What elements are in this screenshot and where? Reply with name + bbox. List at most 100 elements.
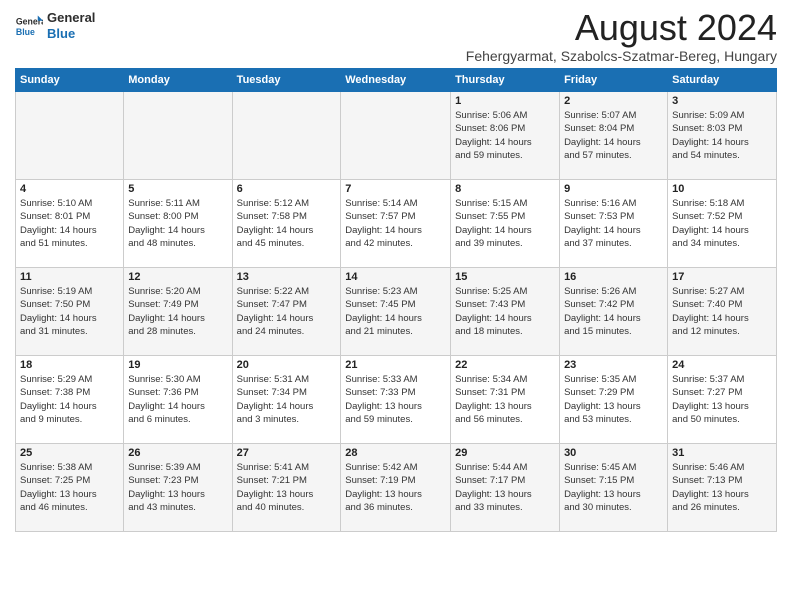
title-area: August 2024 Fehergyarmat, Szabolcs-Szatm…	[466, 10, 777, 64]
day-info: Sunrise: 5:19 AM Sunset: 7:50 PM Dayligh…	[20, 285, 119, 338]
day-info: Sunrise: 5:16 AM Sunset: 7:53 PM Dayligh…	[564, 197, 663, 250]
weekday-header-monday: Monday	[124, 69, 232, 92]
day-info: Sunrise: 5:09 AM Sunset: 8:03 PM Dayligh…	[672, 109, 772, 162]
calendar-cell: 10 Sunrise: 5:18 AM Sunset: 7:52 PM Dayli…	[668, 180, 777, 268]
day-info: Sunrise: 5:10 AM Sunset: 8:01 PM Dayligh…	[20, 197, 119, 250]
calendar-cell: 20 Sunrise: 5:31 AM Sunset: 7:34 PM Dayli…	[232, 356, 341, 444]
day-number: 23	[564, 359, 663, 371]
day-info: Sunrise: 5:30 AM Sunset: 7:36 PM Dayligh…	[128, 373, 227, 426]
calendar-cell: 17 Sunrise: 5:27 AM Sunset: 7:40 PM Dayli…	[668, 268, 777, 356]
day-number: 31	[672, 447, 772, 459]
day-info: Sunrise: 5:34 AM Sunset: 7:31 PM Dayligh…	[455, 373, 555, 426]
weekday-header-wednesday: Wednesday	[341, 69, 451, 92]
day-number: 1	[455, 95, 555, 107]
day-number: 12	[128, 271, 227, 283]
day-number: 26	[128, 447, 227, 459]
day-number: 10	[672, 183, 772, 195]
calendar-cell: 23 Sunrise: 5:35 AM Sunset: 7:29 PM Dayli…	[560, 356, 668, 444]
day-info: Sunrise: 5:26 AM Sunset: 7:42 PM Dayligh…	[564, 285, 663, 338]
calendar-cell: 2 Sunrise: 5:07 AM Sunset: 8:04 PM Daylig…	[560, 92, 668, 180]
day-number: 13	[237, 271, 337, 283]
day-info: Sunrise: 5:22 AM Sunset: 7:47 PM Dayligh…	[237, 285, 337, 338]
day-number: 28	[345, 447, 446, 459]
day-number: 11	[20, 271, 119, 283]
day-info: Sunrise: 5:45 AM Sunset: 7:15 PM Dayligh…	[564, 461, 663, 514]
calendar-cell: 27 Sunrise: 5:41 AM Sunset: 7:21 PM Dayli…	[232, 444, 341, 532]
day-info: Sunrise: 5:07 AM Sunset: 8:04 PM Dayligh…	[564, 109, 663, 162]
calendar-cell: 13 Sunrise: 5:22 AM Sunset: 7:47 PM Dayli…	[232, 268, 341, 356]
weekday-header-saturday: Saturday	[668, 69, 777, 92]
page-header: General Blue General Blue August 2024 Fe…	[15, 10, 777, 64]
day-number: 3	[672, 95, 772, 107]
weekday-header-row: SundayMondayTuesdayWednesdayThursdayFrid…	[16, 69, 777, 92]
calendar-cell: 7 Sunrise: 5:14 AM Sunset: 7:57 PM Daylig…	[341, 180, 451, 268]
day-info: Sunrise: 5:44 AM Sunset: 7:17 PM Dayligh…	[455, 461, 555, 514]
day-info: Sunrise: 5:11 AM Sunset: 8:00 PM Dayligh…	[128, 197, 227, 250]
day-info: Sunrise: 5:25 AM Sunset: 7:43 PM Dayligh…	[455, 285, 555, 338]
day-number: 5	[128, 183, 227, 195]
calendar-cell: 9 Sunrise: 5:16 AM Sunset: 7:53 PM Daylig…	[560, 180, 668, 268]
month-title: August 2024	[466, 10, 777, 46]
day-info: Sunrise: 5:31 AM Sunset: 7:34 PM Dayligh…	[237, 373, 337, 426]
day-number: 7	[345, 183, 446, 195]
day-info: Sunrise: 5:38 AM Sunset: 7:25 PM Dayligh…	[20, 461, 119, 514]
calendar-cell: 3 Sunrise: 5:09 AM Sunset: 8:03 PM Daylig…	[668, 92, 777, 180]
day-info: Sunrise: 5:35 AM Sunset: 7:29 PM Dayligh…	[564, 373, 663, 426]
calendar-week-row: 11 Sunrise: 5:19 AM Sunset: 7:50 PM Dayli…	[16, 268, 777, 356]
calendar-week-row: 1Sunrise: 5:06 AM Sunset: 8:06 PM Daylig…	[16, 92, 777, 180]
day-info: Sunrise: 5:41 AM Sunset: 7:21 PM Dayligh…	[237, 461, 337, 514]
day-number: 15	[455, 271, 555, 283]
calendar-cell: 5 Sunrise: 5:11 AM Sunset: 8:00 PM Daylig…	[124, 180, 232, 268]
calendar-cell: 31 Sunrise: 5:46 AM Sunset: 7:13 PM Dayli…	[668, 444, 777, 532]
day-info: Sunrise: 5:27 AM Sunset: 7:40 PM Dayligh…	[672, 285, 772, 338]
day-number: 2	[564, 95, 663, 107]
calendar-cell: 4 Sunrise: 5:10 AM Sunset: 8:01 PM Daylig…	[16, 180, 124, 268]
calendar-cell	[124, 92, 232, 180]
day-number: 6	[237, 183, 337, 195]
day-info: Sunrise: 5:42 AM Sunset: 7:19 PM Dayligh…	[345, 461, 446, 514]
calendar-cell: 19 Sunrise: 5:30 AM Sunset: 7:36 PM Dayli…	[124, 356, 232, 444]
calendar-cell	[16, 92, 124, 180]
day-number: 22	[455, 359, 555, 371]
day-info: Sunrise: 5:37 AM Sunset: 7:27 PM Dayligh…	[672, 373, 772, 426]
calendar-table: SundayMondayTuesdayWednesdayThursdayFrid…	[15, 68, 777, 532]
calendar-cell: 14Sunrise: 5:23 AM Sunset: 7:45 PM Dayli…	[341, 268, 451, 356]
logo-general: General	[47, 10, 95, 26]
day-number: 20	[237, 359, 337, 371]
calendar-cell	[341, 92, 451, 180]
calendar-cell: 16Sunrise: 5:26 AM Sunset: 7:42 PM Dayli…	[560, 268, 668, 356]
calendar-week-row: 18Sunrise: 5:29 AM Sunset: 7:38 PM Dayli…	[16, 356, 777, 444]
calendar-cell: 29 Sunrise: 5:44 AM Sunset: 7:17 PM Dayli…	[451, 444, 560, 532]
day-number: 25	[20, 447, 119, 459]
calendar-cell: 21Sunrise: 5:33 AM Sunset: 7:33 PM Dayli…	[341, 356, 451, 444]
day-number: 19	[128, 359, 227, 371]
weekday-header-sunday: Sunday	[16, 69, 124, 92]
calendar-cell: 22 Sunrise: 5:34 AM Sunset: 7:31 PM Dayli…	[451, 356, 560, 444]
logo-icon: General Blue	[15, 12, 43, 40]
day-number: 8	[455, 183, 555, 195]
day-number: 17	[672, 271, 772, 283]
day-number: 4	[20, 183, 119, 195]
day-info: Sunrise: 5:12 AM Sunset: 7:58 PM Dayligh…	[237, 197, 337, 250]
day-number: 29	[455, 447, 555, 459]
calendar-cell: 12 Sunrise: 5:20 AM Sunset: 7:49 PM Dayli…	[124, 268, 232, 356]
day-number: 30	[564, 447, 663, 459]
day-info: Sunrise: 5:18 AM Sunset: 7:52 PM Dayligh…	[672, 197, 772, 250]
logo: General Blue General Blue	[15, 10, 95, 41]
calendar-cell: 1Sunrise: 5:06 AM Sunset: 8:06 PM Daylig…	[451, 92, 560, 180]
day-info: Sunrise: 5:20 AM Sunset: 7:49 PM Dayligh…	[128, 285, 227, 338]
day-info: Sunrise: 5:23 AM Sunset: 7:45 PM Dayligh…	[345, 285, 446, 338]
calendar-cell: 8Sunrise: 5:15 AM Sunset: 7:55 PM Daylig…	[451, 180, 560, 268]
day-number: 27	[237, 447, 337, 459]
calendar-cell: 18Sunrise: 5:29 AM Sunset: 7:38 PM Dayli…	[16, 356, 124, 444]
day-number: 9	[564, 183, 663, 195]
weekday-header-tuesday: Tuesday	[232, 69, 341, 92]
day-number: 21	[345, 359, 446, 371]
calendar-week-row: 25 Sunrise: 5:38 AM Sunset: 7:25 PM Dayli…	[16, 444, 777, 532]
day-info: Sunrise: 5:46 AM Sunset: 7:13 PM Dayligh…	[672, 461, 772, 514]
day-number: 24	[672, 359, 772, 371]
calendar-cell: 25 Sunrise: 5:38 AM Sunset: 7:25 PM Dayli…	[16, 444, 124, 532]
calendar-cell	[232, 92, 341, 180]
day-info: Sunrise: 5:14 AM Sunset: 7:57 PM Dayligh…	[345, 197, 446, 250]
calendar-cell: 6 Sunrise: 5:12 AM Sunset: 7:58 PM Daylig…	[232, 180, 341, 268]
